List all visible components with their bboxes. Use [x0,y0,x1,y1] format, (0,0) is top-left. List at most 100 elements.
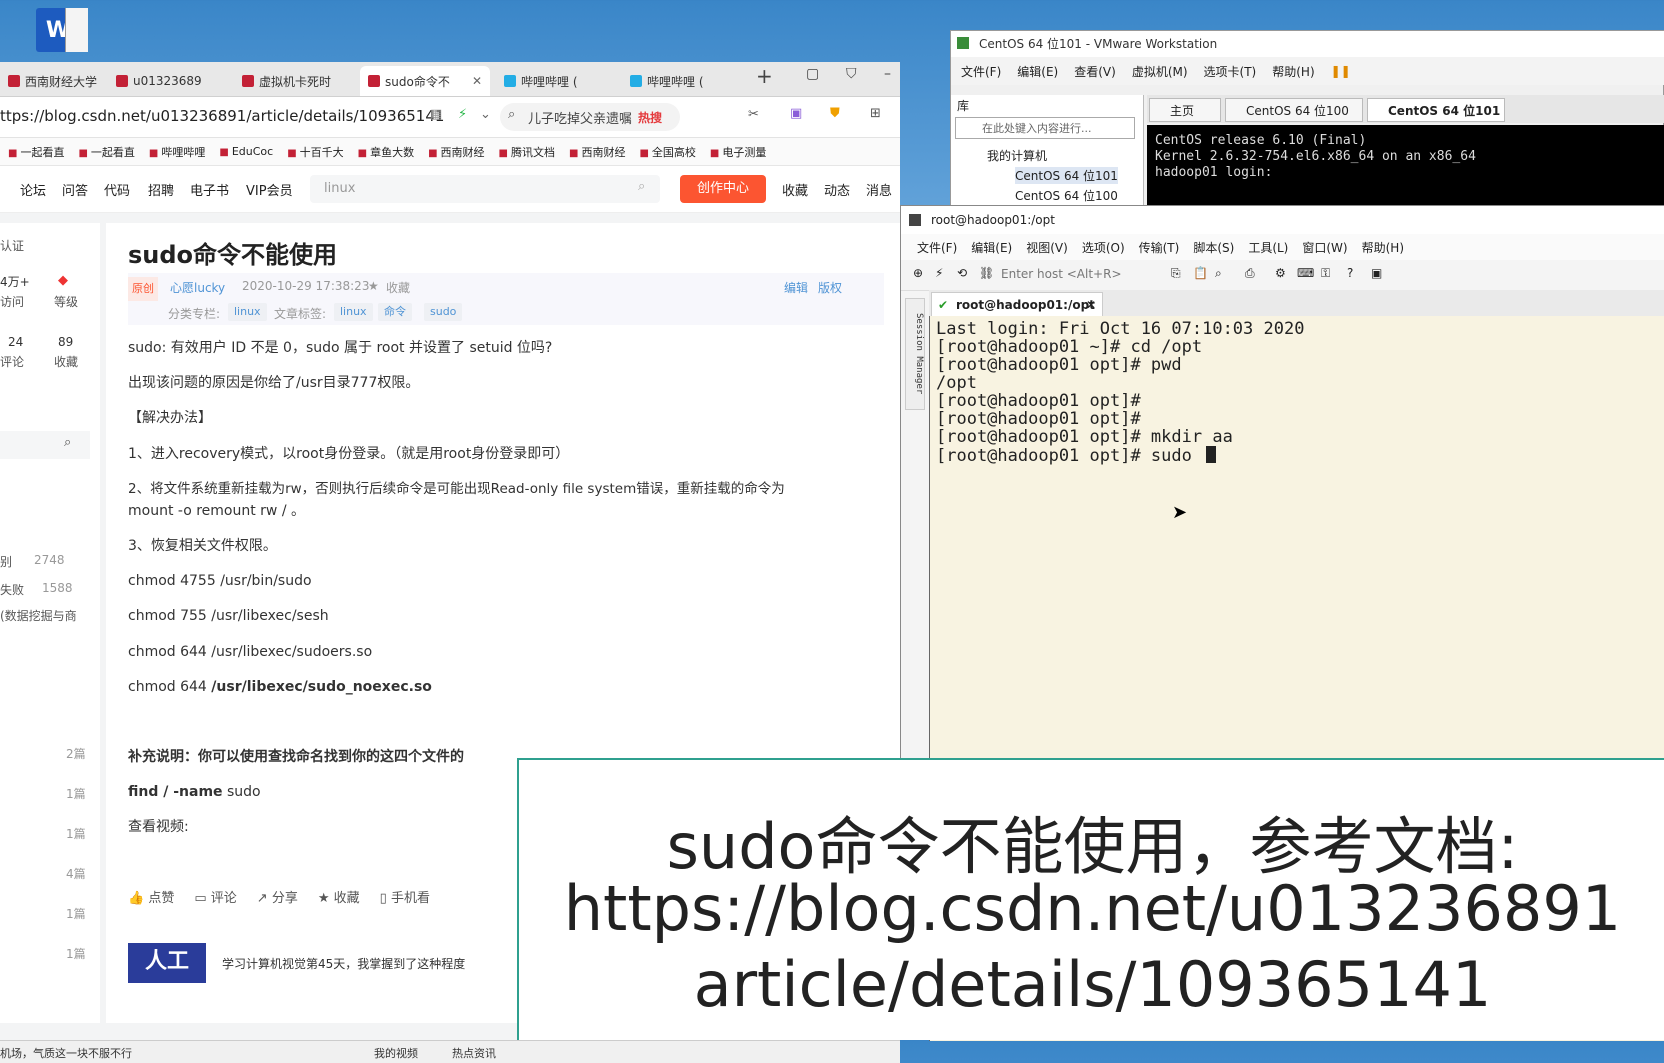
search-icon[interactable]: ⌕ [638,179,645,194]
connect-icon[interactable]: ⚡ [935,266,943,280]
bookmark-item[interactable]: EduCoc [219,145,273,158]
tab-3[interactable]: 虚拟机卡死时 [234,66,364,96]
tab-5[interactable]: 哔哩哔哩 ( [496,66,626,96]
gear-icon[interactable]: ⚙ [1275,266,1286,280]
paste-icon[interactable]: 📋 [1193,266,1208,280]
hot-article-item[interactable]: 别 [0,553,12,570]
xs-menu-window[interactable]: 窗口(W) [1302,239,1347,256]
find-icon[interactable]: ⌕ [1215,266,1222,281]
vm-tab-101[interactable]: CentOS 64 位101 [1367,98,1505,122]
vm-menu-view[interactable]: 查看(V) [1074,63,1116,80]
url-field[interactable]: ttps://blog.csdn.net/u013236891/article/… [0,107,444,125]
copy-icon[interactable]: ⎘ [1171,266,1181,281]
close-tab-icon[interactable]: ✕ [1086,293,1096,317]
library-search-input[interactable]: 在此处键入内容进行... [955,117,1135,139]
xs-menu-tools[interactable]: 工具(L) [1248,239,1288,256]
tab-active[interactable]: sudo命令不 ✕ [360,66,490,96]
nav-ebook[interactable]: 电子书 [190,180,229,199]
nav-qa[interactable]: 问答 [62,180,88,199]
recommend-thumbnail[interactable]: 人工 [128,943,206,983]
bookmark-item[interactable]: 西南财经 [428,144,485,160]
key-icon[interactable]: ⚿ [1321,266,1330,281]
copyright-link[interactable]: 版权 [818,279,842,296]
lightning-icon[interactable]: ⚡ [458,107,467,122]
tab-2[interactable]: u01323689 [108,66,238,96]
word-desktop-icon[interactable]: W [36,8,88,52]
session-manager-tab[interactable]: Session Manager [905,298,925,410]
favorite-link[interactable]: 收藏 [386,279,410,296]
edit-link[interactable]: 编辑 [784,279,808,296]
nav-vip[interactable]: VIP会员 [246,180,293,199]
favorite-button[interactable]: ★ 收藏 [318,887,360,906]
bookmark-item[interactable]: 一起看直 [78,144,135,160]
tab-list-icon[interactable]: ▢ [806,66,819,82]
vm-menu-vm[interactable]: 虚拟机(M) [1132,63,1188,80]
xs-menu-script[interactable]: 脚本(S) [1193,239,1234,256]
tag-linux[interactable]: linux [334,303,373,321]
nav-favorites[interactable]: 收藏 [782,180,808,199]
hot-article-item[interactable]: 失败 [0,581,24,598]
tag-command[interactable]: 命令 [378,303,412,321]
minimize-button[interactable]: – [884,66,891,82]
xs-menu-help[interactable]: 帮助(H) [1362,239,1404,256]
vm-menu-file[interactable]: 文件(F) [961,63,1001,80]
sidebar-search-input[interactable]: ⌕ [0,431,90,459]
host-input[interactable]: Enter host <Alt+R> [1001,267,1122,281]
nav-forum[interactable]: 论坛 [20,180,46,199]
translate-icon[interactable]: ▣ [790,106,802,121]
layout-icon[interactable]: ▣ [1371,266,1382,280]
grid-icon[interactable]: ▦ [430,107,442,122]
xs-menu-edit[interactable]: 编辑(E) [971,239,1012,256]
help-icon[interactable]: ? [1347,266,1353,280]
keyboard-icon[interactable]: ⌨ [1297,266,1314,280]
tree-my-computer[interactable]: 我的计算机 [987,147,1047,164]
bookmark-item[interactable]: 电子测量 [710,144,766,160]
reconnect-icon[interactable]: ⟲ [957,266,967,280]
shield-icon[interactable]: ⛊ [830,106,840,121]
hot-article-item[interactable]: (数据挖掘与商 [0,607,77,624]
create-center-button[interactable]: 创作中心 [680,175,766,203]
vm-tab-home[interactable]: 主页 [1149,98,1221,122]
vm-console[interactable]: CentOS release 6.10 (Final) Kernel 2.6.32… [1147,125,1664,211]
my-video-link[interactable]: 我的视频 [374,1045,418,1061]
tree-vm-100[interactable]: CentOS 64 位100 [1015,187,1118,204]
xs-menu-transfer[interactable]: 传输(T) [1139,239,1180,256]
pause-icon[interactable]: ❚❚ [1331,64,1351,78]
vm-menu-tabs[interactable]: 选项卡(T) [1204,63,1257,80]
bookmark-item[interactable]: 腾讯文档 [499,144,555,160]
nav-code[interactable]: 代码 [104,180,130,199]
tag-sudo[interactable]: sudo [424,303,463,321]
tab-6[interactable]: 哔哩哔哩 ( [622,66,752,96]
new-session-icon[interactable]: ⊕ [913,266,923,280]
vm-menu-help[interactable]: 帮助(H) [1272,63,1314,80]
category-tag[interactable]: linux [228,303,267,321]
status-news[interactable]: 机场，气质这一块不服不行 [0,1045,132,1061]
share-button[interactable]: ↗ 分享 [257,887,298,906]
scissors-icon[interactable]: ✂ [748,107,759,122]
nav-activity[interactable]: 动态 [824,180,850,199]
hot-news-link[interactable]: 热点资讯 [452,1045,496,1061]
csdn-search-input[interactable]: linux [310,175,660,203]
apps-icon[interactable]: ⊞ [870,106,881,121]
bookmark-item[interactable]: 十百千大 [287,144,344,160]
session-tab[interactable]: ✔ root@hadoop01:/opt ✕ [931,292,1103,316]
new-tab-button[interactable]: + [756,64,773,88]
star-icon[interactable]: ★ [368,279,379,293]
recommend-title[interactable]: 学习计算机视觉第45天，我掌握到了这种程度 [222,953,465,975]
xs-menu-options[interactable]: 选项(O) [1082,239,1125,256]
comment-button[interactable]: ▭ 评论 [194,887,236,906]
close-tab-icon[interactable]: ✕ [472,74,482,88]
browser-search-box[interactable]: ⌕ 儿子吃掉父亲遗嘱 热搜 [500,103,680,131]
tree-vm-101[interactable]: CentOS 64 位101 [1015,167,1118,184]
author-link[interactable]: 心愿lucky [170,279,225,296]
mobile-view-button[interactable]: ▯ 手机看 [380,887,430,906]
nav-messages[interactable]: 消息 [866,180,892,199]
link-icon[interactable]: ⛓ [979,266,994,280]
like-button[interactable]: 👍 点赞 [128,887,174,906]
vm-menu-edit[interactable]: 编辑(E) [1017,63,1058,80]
xs-menu-view[interactable]: 视图(V) [1026,239,1068,256]
vm-tab-100[interactable]: CentOS 64 位100 [1225,98,1363,122]
print-icon[interactable]: ⎙ [1245,266,1255,281]
xs-menu-file[interactable]: 文件(F) [917,239,957,256]
bookmark-item[interactable]: 全国高校 [639,144,696,160]
